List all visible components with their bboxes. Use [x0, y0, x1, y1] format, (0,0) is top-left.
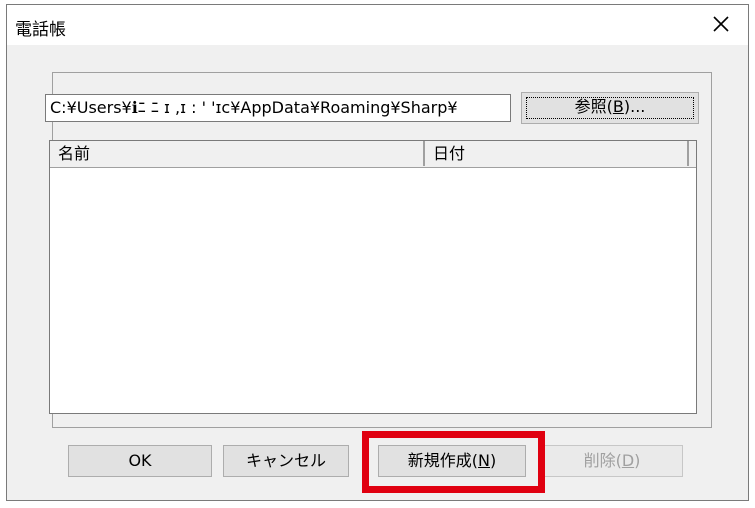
browse-label: 参照(B)...: [574, 97, 646, 116]
window-title: 電話帳: [15, 20, 66, 40]
folder-path-field[interactable]: C:¥Users¥ℹ︎ﾆ ﾆ ɪ ,ɪ : ' 'ɪc¥AppData¥Roam…: [45, 94, 511, 122]
column-header-name[interactable]: 名前: [50, 141, 425, 166]
column-header-date[interactable]: 日付: [425, 141, 689, 166]
highlight-box: [362, 431, 545, 493]
file-list[interactable]: 名前 日付: [49, 140, 697, 414]
list-header: 名前 日付: [50, 141, 696, 168]
list-body[interactable]: [50, 168, 696, 413]
close-icon[interactable]: [708, 11, 734, 37]
ok-button[interactable]: OK: [68, 445, 212, 477]
title-bar: 電話帳: [7, 5, 748, 45]
browse-button[interactable]: 参照(B)...: [521, 92, 699, 124]
delete-button[interactable]: 削除(D): [541, 445, 683, 477]
cancel-button[interactable]: キャンセル: [223, 445, 349, 477]
